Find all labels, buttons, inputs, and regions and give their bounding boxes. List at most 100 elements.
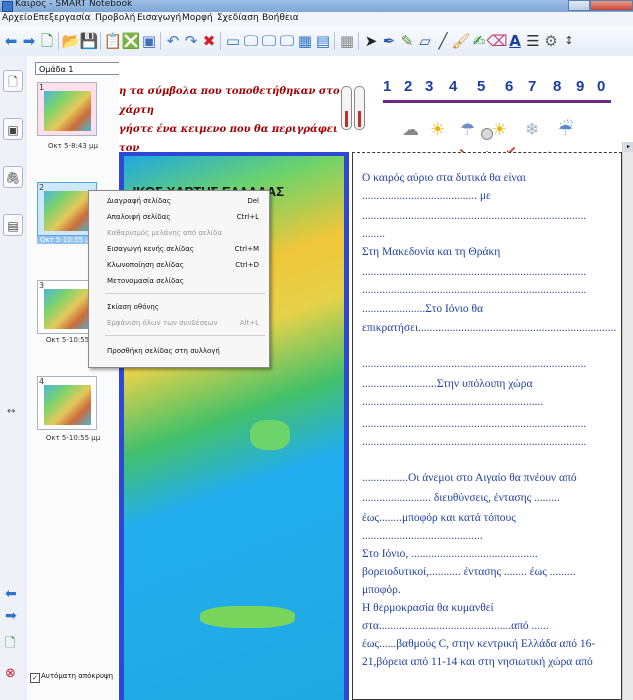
properties-tab-icon[interactable]: ▤: [3, 214, 23, 236]
pen-icon[interactable]: ✒: [380, 32, 398, 50]
crete-island: [200, 606, 295, 628]
vertical-scrollbar[interactable]: ▸: [622, 142, 633, 700]
menu-item-shortcut: Ctrl+L: [236, 213, 259, 221]
text-line: ........: [362, 228, 385, 240]
menu-item-insert-blank-page[interactable]: Εισαγωγή κενής σελίδας Ctrl+M: [89, 241, 269, 257]
number-0[interactable]: 0: [597, 78, 605, 95]
page-thumbnail-4[interactable]: 4: [37, 376, 97, 430]
menu-item-clear-ink[interactable]: Καθαρισμός μελάνης από σελίδα: [89, 225, 269, 241]
text-line: έως........μποφόρ και κατά τόπους: [362, 512, 516, 524]
minimize-button[interactable]: [568, 0, 590, 11]
menu-edit[interactable]: Επεξεργασία: [33, 13, 91, 23]
menu-format[interactable]: Μορφή: [182, 13, 213, 23]
menu-item-label: Κλωνοποίηση σελίδας: [107, 261, 184, 269]
delete-icon[interactable]: ✖: [200, 32, 218, 50]
number-8[interactable]: 8: [553, 78, 561, 95]
thermometer-icon[interactable]: [354, 86, 365, 130]
text-line: έως......βαθμούς C, στην κεντρική Ελλάδα…: [362, 638, 596, 650]
screen-shade-icon[interactable]: ▭: [224, 32, 242, 50]
text-icon[interactable]: A: [506, 32, 524, 50]
sun-icon[interactable]: ☀: [430, 120, 445, 140]
gallery-tab-icon[interactable]: ▣: [3, 118, 23, 140]
text-line: μποφόρ.: [362, 584, 401, 596]
number-3[interactable]: 3: [425, 78, 433, 95]
redo-icon[interactable]: ↷: [182, 32, 200, 50]
back-icon[interactable]: ⬅: [2, 32, 20, 50]
shape-icon[interactable]: ▱: [416, 32, 434, 50]
previous-page-icon[interactable]: ⬅: [5, 586, 17, 602]
text-line: ........................................…: [362, 436, 587, 448]
sun-cloud-icon[interactable]: ☀: [492, 120, 507, 140]
full-screen-icon[interactable]: 🖵: [242, 32, 260, 50]
menu-item-label: Απαλοιφή σελίδας: [107, 213, 171, 221]
page-sorter-tab-icon[interactable]: 🗋: [3, 70, 23, 92]
table-icon[interactable]: ▦: [338, 32, 356, 50]
page-context-menu: Διαγραφή σελίδας Del Απαλοιφή σελίδας Ct…: [88, 190, 270, 368]
menu-separator: [105, 335, 265, 336]
resize-arrows-icon[interactable]: ↔: [7, 406, 15, 417]
menu-item-show-links[interactable]: Εμφάνιση όλων των συνδέσεων Alt+L: [89, 315, 269, 331]
attachments-tab-icon[interactable]: 🖇: [3, 166, 23, 188]
document-camera-icon[interactable]: ▦: [296, 32, 314, 50]
text-line: 21,βόρεια από 11-14 και στη νησιωτική χώ…: [362, 656, 593, 668]
menu-item-clear-page[interactable]: Απαλοιφή σελίδας Ctrl+L: [89, 209, 269, 225]
cloud-icon[interactable]: ☁: [402, 120, 419, 140]
rain-icon[interactable]: ☔: [558, 120, 573, 140]
number-9[interactable]: 9: [576, 78, 584, 95]
add-page-icon[interactable]: 🗋: [38, 32, 56, 50]
text-line: ........................................…: [362, 284, 587, 296]
menu-file[interactable]: Αρχείο: [2, 13, 33, 23]
rain-cloud-icon[interactable]: ☂: [460, 120, 475, 140]
auto-hide-option[interactable]: ✓ Αυτόματη απόκρυψη: [27, 671, 119, 685]
menu-insert[interactable]: Εισαγωγή: [137, 13, 181, 23]
page-thumbnail-1[interactable]: 1: [37, 82, 97, 136]
scroll-button-icon[interactable]: ▸: [624, 142, 633, 152]
move-toolbar-icon[interactable]: ↕: [560, 32, 578, 50]
menu-item-delete-page[interactable]: Διαγραφή σελίδας Del: [89, 193, 269, 209]
menu-bar: Αρχείο Επεξεργασία Προβολή Εισαγωγή Μορφ…: [0, 12, 633, 27]
open-icon[interactable]: 📂: [62, 32, 81, 50]
screen-capture-icon[interactable]: 🖵: [278, 32, 296, 50]
table-tool-icon[interactable]: ▤: [314, 32, 332, 50]
forward-icon[interactable]: ➡: [20, 32, 38, 50]
screen-icon[interactable]: ▣: [140, 32, 158, 50]
number-1[interactable]: 1: [383, 78, 391, 95]
menu-item-clone-page[interactable]: Κλωνοποίηση σελίδας Ctrl+D: [89, 257, 269, 273]
number-6[interactable]: 6: [505, 78, 513, 95]
auto-hide-checkbox[interactable]: ✓: [30, 673, 40, 683]
paste-icon[interactable]: 📋: [104, 32, 123, 50]
creative-pen-icon[interactable]: ✎: [398, 32, 416, 50]
number-2[interactable]: 2: [404, 78, 412, 95]
menu-draw[interactable]: Σχεδίαση: [217, 13, 259, 23]
fill-icon[interactable]: 🖌: [451, 32, 470, 50]
menu-help[interactable]: Βοήθεια: [262, 13, 299, 23]
eraser-icon[interactable]: ⌫: [486, 32, 507, 50]
delete-page-icon[interactable]: ❎: [122, 32, 141, 50]
number-4[interactable]: 4: [449, 78, 457, 95]
text-line: ........................................…: [362, 418, 587, 430]
menu-item-screen-shade[interactable]: Σκίαση οθόνης: [89, 299, 269, 315]
thermometer-icon[interactable]: [341, 86, 352, 130]
save-icon[interactable]: 💾: [80, 32, 99, 50]
add-ons-icon[interactable]: ⚙: [542, 32, 560, 50]
select-icon[interactable]: ➤: [362, 32, 380, 50]
menu-item-add-to-gallery[interactable]: Προσθήκη σελίδας στη συλλογή: [89, 343, 269, 359]
toolbar-separator: [334, 32, 335, 50]
menu-item-shortcut: Ctrl+M: [234, 245, 259, 253]
undo-icon[interactable]: ↶: [164, 32, 182, 50]
magic-pen-icon[interactable]: ✍: [470, 32, 488, 50]
snow-icon[interactable]: ❄: [525, 120, 539, 140]
properties-icon[interactable]: ☰: [524, 32, 542, 50]
next-page-icon[interactable]: ➡: [5, 608, 17, 624]
line-icon[interactable]: ╱: [434, 32, 452, 50]
page-timestamp: Οκτ 5-8:43 μμ: [48, 142, 98, 150]
number-5[interactable]: 5: [477, 78, 485, 95]
delete-page-side-icon[interactable]: ⊗: [5, 666, 16, 681]
close-window-button[interactable]: [590, 0, 633, 11]
add-page-side-icon[interactable]: 🗋: [5, 634, 15, 656]
menu-item-label: Διαγραφή σελίδας: [107, 197, 171, 205]
menu-view[interactable]: Προβολή: [95, 13, 135, 23]
menu-item-rename-page[interactable]: Μετονομασία σελίδας: [89, 273, 269, 289]
dual-display-icon[interactable]: 🖵: [260, 32, 278, 50]
number-7[interactable]: 7: [528, 78, 536, 95]
